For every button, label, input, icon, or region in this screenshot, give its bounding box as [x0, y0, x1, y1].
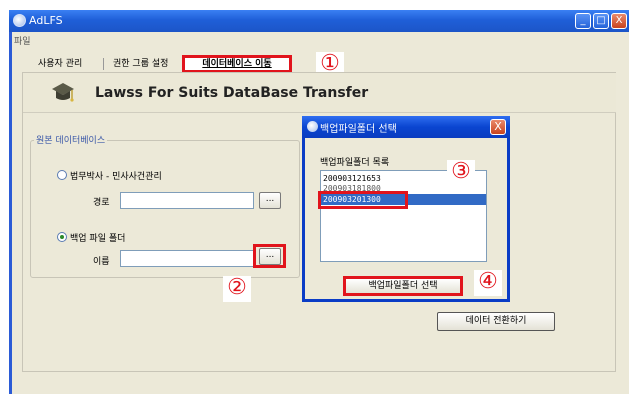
convert-data-button[interactable]: 데이터 전환하기	[437, 312, 555, 331]
marker-4: ④	[474, 270, 502, 296]
radio-backup-folder-label: 백업 파일 폴더	[70, 234, 126, 244]
window-title: AdLFS	[29, 14, 63, 27]
close-button[interactable]: X	[611, 13, 627, 29]
radio-lawdoc[interactable]	[57, 170, 67, 180]
name-label: 이름	[93, 257, 110, 267]
page-header: Lawss For Suits DataBase Transfer	[23, 73, 616, 113]
list-item[interactable]: 200903121653	[323, 174, 381, 183]
radio-backup-folder[interactable]	[57, 232, 67, 242]
marker-2: ②	[223, 276, 251, 302]
app-icon	[13, 14, 26, 27]
browse-name-button[interactable]: ...	[259, 248, 281, 265]
select-backup-folder-button[interactable]: 백업파일폴더 선택	[343, 276, 463, 296]
tab-divider	[103, 58, 104, 70]
page-title: Lawss For Suits DataBase Transfer	[95, 85, 369, 101]
tab-user-management[interactable]: 사용자 관리	[38, 56, 82, 72]
menu-bar: 파일	[12, 32, 629, 48]
path-label: 경로	[93, 198, 110, 208]
minimize-button[interactable]: _	[575, 13, 591, 29]
dialog-app-icon	[307, 121, 318, 132]
source-database-group-label: 원본 데이터베이스	[34, 133, 108, 146]
graduation-cap-icon	[52, 83, 74, 102]
name-input[interactable]	[120, 250, 254, 267]
selected-item-highlight	[318, 191, 408, 209]
tab-permission-groups[interactable]: 권한 그룹 설정	[113, 56, 168, 72]
browse-path-button[interactable]: ...	[259, 192, 281, 209]
dialog-title-bar: 백업파일폴더 선택 X	[302, 116, 510, 138]
dialog-close-button[interactable]: X	[490, 119, 506, 135]
tab-database-transfer-label: 데이터베이스 이동	[202, 59, 272, 69]
tab-database-transfer[interactable]: 데이터베이스 이동	[182, 55, 292, 73]
menu-file[interactable]: 파일	[14, 34, 31, 47]
title-bar: AdLFS _ □ X	[9, 10, 629, 32]
dialog-title: 백업파일폴더 선택	[320, 124, 397, 135]
radio-lawdoc-label: 법무박사 - 민사사건관리	[70, 172, 162, 182]
marker-3: ③	[447, 160, 475, 186]
backup-list-label: 백업파일폴더 목록	[320, 158, 390, 168]
path-input[interactable]	[120, 192, 254, 209]
maximize-button[interactable]: □	[593, 13, 609, 29]
